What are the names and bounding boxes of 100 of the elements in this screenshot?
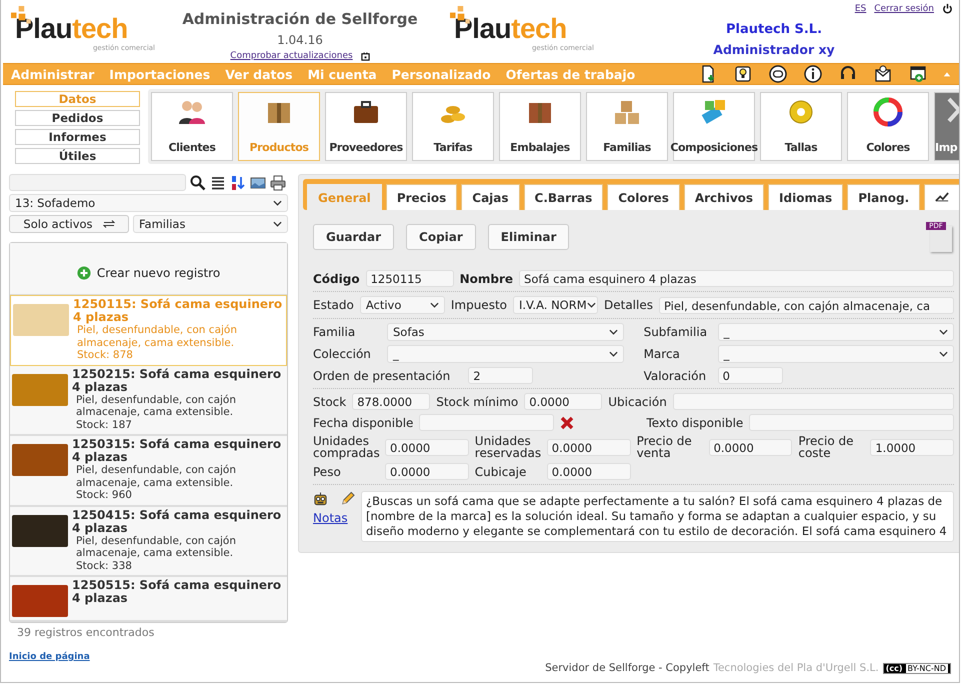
- footer-company: Tecnologies del Pla d'Urgell S.L.: [713, 662, 879, 674]
- info-icon[interactable]: [803, 64, 823, 84]
- company-select[interactable]: 13: Sofademo: [9, 194, 288, 212]
- field-label: Marca: [644, 347, 681, 361]
- record-item[interactable]: 1250415: Sofá cama esquinero 4 plazas Piel, desenfundable, con cajón almacenaje, cama extensible. Stock: 338: [10, 506, 287, 577]
- group-select[interactable]: Familias: [133, 215, 288, 233]
- tab[interactable]: Precios: [386, 184, 458, 210]
- notes-link[interactable]: Notas: [313, 511, 355, 525]
- input-field[interactable]: 0: [718, 367, 783, 384]
- input-field[interactable]: 0.0000: [546, 438, 631, 456]
- record-title: 1250415: Sofá cama esquinero 4 plazas: [72, 508, 282, 534]
- record-stock: Stock: 187: [75, 418, 133, 431]
- input-field[interactable]: 0.0000: [546, 463, 631, 480]
- select-field[interactable]: _: [718, 323, 954, 341]
- input-field[interactable]: 0.0000: [524, 393, 602, 410]
- action-button[interactable]: Guardar: [313, 224, 394, 250]
- field-label: Código: [313, 272, 360, 286]
- input-field[interactable]: Piel, desenfundable, con cajón almacenaje, ca: [658, 296, 954, 314]
- robot-icon[interactable]: [313, 491, 328, 507]
- select-field[interactable]: Activo: [360, 296, 445, 314]
- section-tab[interactable]: Pedidos: [15, 110, 140, 126]
- create-record-button[interactable]: Crear nuevo registro: [10, 243, 287, 295]
- field-label: Fecha disponible: [313, 416, 414, 430]
- action-button[interactable]: Copiar: [406, 224, 476, 250]
- mail-icon[interactable]: [873, 64, 893, 84]
- power-icon[interactable]: [942, 3, 953, 14]
- plus-icon: [76, 266, 91, 280]
- search-field[interactable]: [9, 174, 186, 191]
- print-icon[interactable]: [270, 174, 286, 190]
- footer-text: Servidor de Sellforge - Copyleft: [545, 662, 710, 674]
- image-icon[interactable]: [250, 174, 266, 190]
- input-field[interactable]: [749, 414, 954, 431]
- version-text: 1.04.16: [277, 33, 323, 47]
- calendar-icon: [360, 52, 370, 60]
- chevron-down-icon: [939, 351, 948, 357]
- input-field[interactable]: 2: [468, 367, 534, 384]
- field-label: Estado: [313, 298, 354, 312]
- module-tile[interactable]: Tallas: [760, 92, 842, 161]
- record-stock: Stock: 878: [76, 349, 134, 362]
- field-label: Precio de venta: [636, 435, 693, 459]
- module-tile[interactable]: Imp: [934, 92, 959, 161]
- module-tile[interactable]: Proveedores: [325, 92, 407, 161]
- chat-icon[interactable]: [768, 64, 788, 84]
- select-field[interactable]: _: [387, 345, 624, 363]
- input-field[interactable]: [419, 414, 554, 431]
- module-tile[interactable]: Tarifas: [412, 92, 494, 161]
- chevron-down-icon: [586, 302, 596, 308]
- tab[interactable]: Colores: [607, 184, 680, 210]
- input-field[interactable]: [672, 393, 954, 410]
- module-tile[interactable]: Composiciones: [673, 92, 755, 161]
- tab[interactable]: Archivos: [684, 184, 764, 210]
- field-label: Texto disponible: [646, 416, 744, 430]
- input-field[interactable]: 878.0000: [352, 393, 430, 410]
- record-title: 1250515: Sofá cama esquinero 4 plazas: [72, 579, 282, 605]
- list-icon[interactable]: [210, 174, 226, 190]
- input-field[interactable]: 1250115: [366, 270, 454, 287]
- pencil-icon[interactable]: [340, 491, 355, 507]
- input-field[interactable]: 0.0000: [385, 463, 469, 480]
- color-wheel-icon: [873, 97, 903, 127]
- select-field[interactable]: Sofas: [387, 323, 624, 341]
- select-field[interactable]: I.V.A. NORM: [513, 296, 598, 314]
- input-field[interactable]: 0.0000: [708, 438, 792, 456]
- update-link[interactable]: Comprobar actualizaciones: [230, 51, 353, 61]
- action-button[interactable]: Eliminar: [488, 224, 570, 250]
- chevron-icon: [947, 97, 959, 123]
- clear-icon[interactable]: [560, 416, 574, 430]
- input-field[interactable]: 0.0000: [385, 438, 469, 456]
- section-tab[interactable]: Informes: [15, 129, 140, 145]
- module-tile[interactable]: Familias: [586, 92, 668, 161]
- tab[interactable]: Idiomas: [768, 184, 844, 210]
- tab[interactable]: Planog.: [847, 184, 920, 210]
- tab[interactable]: C.Barras: [524, 184, 604, 210]
- module-tile[interactable]: Clientes: [151, 92, 233, 161]
- sort-icon[interactable]: [230, 174, 246, 190]
- tab[interactable]: Cajas: [461, 184, 520, 210]
- search-icon[interactable]: [190, 174, 206, 190]
- record-item[interactable]: 1250315: Sofá cama esquinero 4 plazas Piel, desenfundable, con cajón almacenaje, cama extensible. Stock: 960: [10, 436, 287, 506]
- logout-link[interactable]: Cerrar sesión: [874, 4, 934, 14]
- record-item[interactable]: 1250515: Sofá cama esquinero 4 plazas: [10, 577, 287, 622]
- select-field[interactable]: _: [718, 345, 954, 363]
- field-label: Orden de presentación: [313, 368, 450, 382]
- active-filter-button[interactable]: Solo activos: [9, 215, 129, 233]
- field-label: Colección: [313, 347, 372, 361]
- field-label: Subfamilia: [644, 325, 708, 339]
- field-label: Peso: [313, 466, 342, 478]
- lightbulb-icon[interactable]: [733, 64, 753, 84]
- top-link[interactable]: Inicio de página: [9, 652, 288, 662]
- field-label: Familia: [313, 325, 356, 339]
- record-item[interactable]: 1250215: Sofá cama esquinero 4 plazas Piel, desenfundable, con cajón almacenaje, cama extensible. Stock: 187: [10, 366, 287, 436]
- section-tab[interactable]: Útiles: [15, 148, 140, 164]
- module-tile[interactable]: Embalajes: [499, 92, 581, 161]
- module-tile[interactable]: Colores: [847, 92, 929, 161]
- chevron-down-icon: [608, 329, 618, 335]
- notes-field[interactable]: ¿Buscas un sofá cama que se adapte perfectamente a tu salón? El sofá cama esquinero 4 plazas de [nombre de la marca] es la solución ideal. Su tamaño y forma se adaptan a cualquier espacio, y su diseño moderno y elegante se complementará con tu estilo de decoración. El sofá cama esquinero 4: [361, 491, 954, 542]
- language-link[interactable]: ES: [854, 4, 866, 14]
- input-field[interactable]: 1.0000: [870, 438, 954, 456]
- input-field[interactable]: Sofá cama esquinero 4 plazas: [519, 270, 954, 287]
- record-stock: Stock: 960: [75, 489, 133, 502]
- add-window-icon[interactable]: [908, 64, 928, 84]
- chart-tab[interactable]: [924, 184, 959, 210]
